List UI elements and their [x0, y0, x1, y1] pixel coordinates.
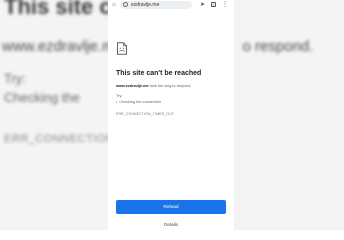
details-link[interactable]: Details: [108, 222, 234, 227]
error-message: took too long to respond.: [148, 84, 192, 88]
backdrop-url-host: www.ezdravlje.m: [2, 38, 115, 55]
backdrop-checking: Checking the: [4, 90, 80, 105]
url-text: ezdravlje.me: [131, 1, 160, 8]
suggestion-item: Checking the connection: [116, 100, 228, 104]
address-bar[interactable]: ezdravlje.me: [120, 0, 192, 9]
backdrop-error-code: ERR_CONNECTION_: [4, 133, 121, 145]
browser-toolbar: ⌂ ezdravlje.me ➤ 1 ⋮: [108, 0, 234, 9]
backdrop-url-suffix: o respond.: [242, 38, 314, 55]
reload-button[interactable]: Reload: [116, 200, 226, 214]
backdrop-title: This site c: [4, 0, 112, 19]
error-code: ERR_CONNECTION_TIMED_OUT: [116, 111, 175, 116]
share-icon[interactable]: ➤: [200, 1, 205, 8]
tabs-icon[interactable]: 1: [211, 2, 217, 7]
backdrop-try: Try:: [4, 71, 26, 86]
home-icon[interactable]: ⌂: [111, 2, 117, 8]
error-title: This site can't be reached: [116, 70, 202, 77]
phone-screen: ⌂ ezdravlje.me ➤ 1 ⋮ This site can't be …: [108, 0, 234, 230]
broken-document-icon: [117, 42, 127, 55]
error-content: This site can't be reached www.ezdravlje…: [116, 42, 228, 116]
error-description: www.ezdravlje.me took too long to respon…: [116, 84, 228, 89]
error-host: www.ezdravlje.me: [116, 84, 149, 88]
site-info-icon[interactable]: [123, 2, 128, 7]
menu-icon[interactable]: ⋮: [222, 1, 228, 8]
try-label: Try:: [116, 93, 123, 98]
